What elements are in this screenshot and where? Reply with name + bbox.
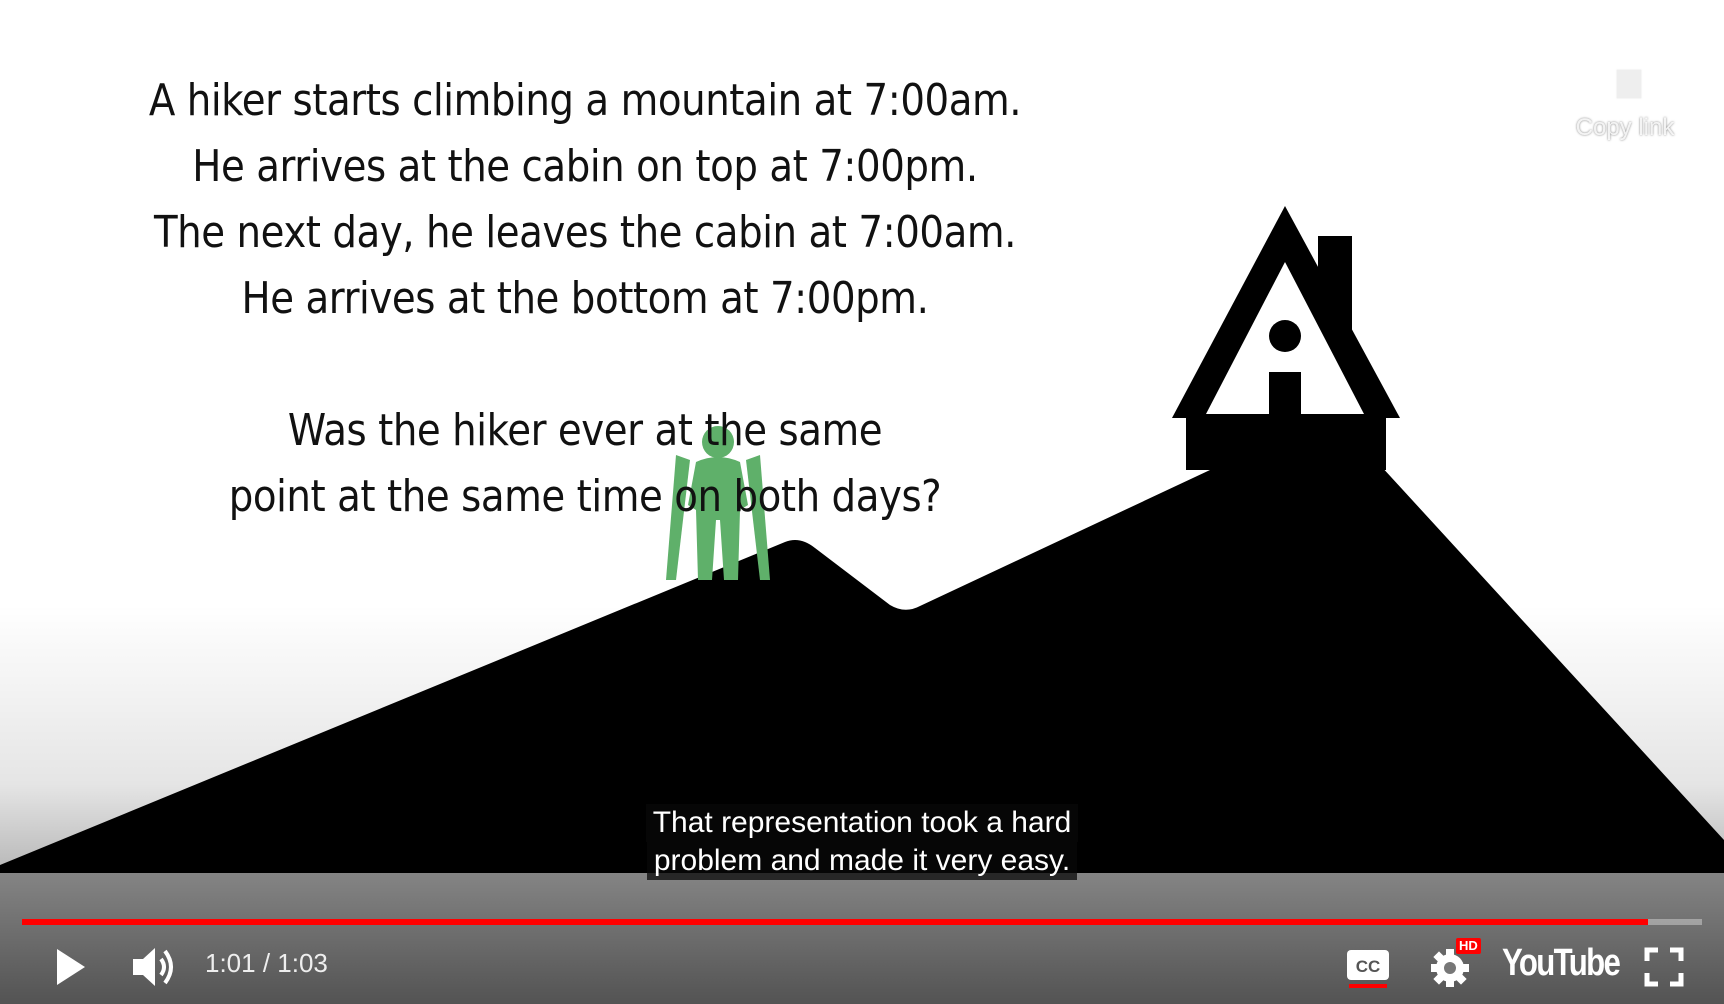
video-player[interactable]: A hiker starts climbing a mountain at 7:…: [0, 0, 1724, 1004]
fullscreen-icon: [1644, 947, 1684, 987]
play-button[interactable]: [40, 938, 100, 996]
copy-link-label: Copy link: [1575, 114, 1675, 141]
progress-bar[interactable]: [22, 919, 1702, 925]
riddle-text: A hiker starts climbing a mountain at 7:…: [132, 68, 1038, 332]
time-display: 1:01 / 1:03: [205, 948, 328, 979]
copy-icon: [1603, 56, 1645, 102]
riddle-line: He arrives at the bottom at 7:00pm.: [241, 273, 929, 324]
settings-button[interactable]: HD: [1424, 936, 1481, 996]
subtitles-button[interactable]: CC: [1342, 938, 1394, 996]
question-text: Was the hiker ever at the same point at …: [132, 398, 1038, 530]
riddle-line: The next day, he leaves the cabin at 7:0…: [153, 207, 1017, 258]
cabin-illustration: [1172, 206, 1400, 470]
svg-text:CC: CC: [1356, 957, 1381, 976]
captions: That representation took a hard problem …: [0, 804, 1724, 880]
question-line: point at the same time on both days?: [228, 471, 942, 522]
control-bar: 1:01 / 1:03 CC HD YouTube: [0, 930, 1724, 1004]
volume-icon: [133, 948, 173, 986]
mute-button[interactable]: [122, 938, 188, 996]
fullscreen-button[interactable]: [1638, 938, 1690, 996]
progress-played: [22, 919, 1649, 925]
copy-link-button[interactable]: Copy link: [1560, 56, 1690, 142]
riddle-line: He arrives at the cabin on top at 7:00pm…: [192, 141, 978, 192]
riddle-line: A hiker starts climbing a mountain at 7:…: [148, 75, 1022, 126]
time-separator: /: [255, 948, 278, 978]
play-icon: [57, 949, 85, 985]
cc-icon: CC: [1347, 950, 1389, 988]
youtube-logo[interactable]: YouTube: [1502, 942, 1621, 985]
question-line: Was the hiker ever at the same: [287, 405, 883, 456]
hd-badge: HD: [1456, 938, 1481, 954]
duration: 1:03: [277, 948, 328, 978]
caption-line: problem and made it very easy.: [646, 842, 1078, 880]
caption-line: That representation took a hard: [645, 804, 1079, 842]
current-time: 1:01: [205, 948, 256, 978]
